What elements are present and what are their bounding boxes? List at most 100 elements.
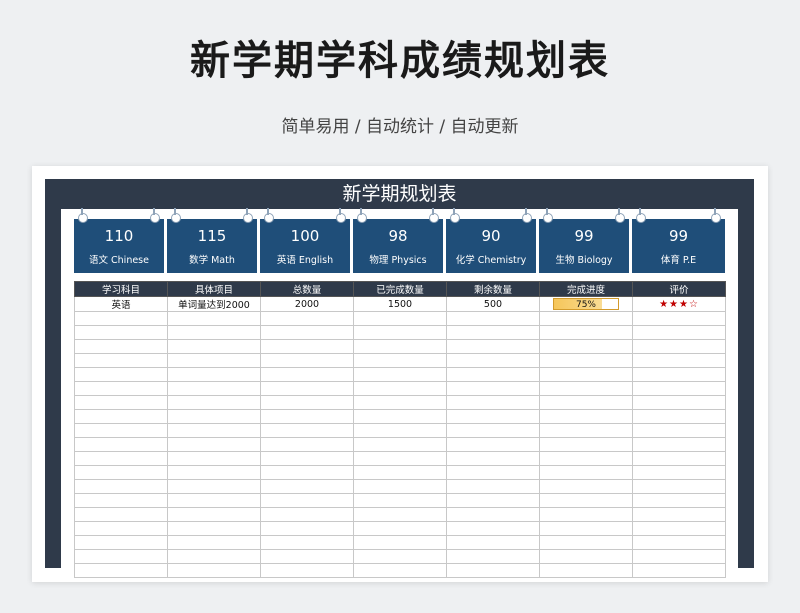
empty-cell[interactable] bbox=[74, 339, 168, 354]
empty-cell[interactable] bbox=[632, 465, 726, 480]
empty-cell[interactable] bbox=[260, 395, 354, 410]
empty-cell[interactable] bbox=[632, 409, 726, 424]
empty-cell[interactable] bbox=[446, 549, 540, 564]
empty-cell[interactable] bbox=[353, 423, 447, 438]
empty-cell[interactable] bbox=[353, 451, 447, 466]
empty-cell[interactable] bbox=[632, 451, 726, 466]
empty-cell[interactable] bbox=[74, 465, 168, 480]
empty-cell[interactable] bbox=[74, 395, 168, 410]
empty-cell[interactable] bbox=[446, 423, 540, 438]
empty-cell[interactable] bbox=[167, 325, 261, 340]
empty-cell[interactable] bbox=[632, 437, 726, 452]
empty-cell[interactable] bbox=[74, 409, 168, 424]
empty-cell[interactable] bbox=[353, 465, 447, 480]
empty-cell[interactable] bbox=[632, 353, 726, 368]
empty-cell[interactable] bbox=[539, 395, 633, 410]
empty-cell[interactable] bbox=[446, 381, 540, 396]
empty-cell[interactable] bbox=[353, 507, 447, 522]
empty-cell[interactable] bbox=[632, 493, 726, 508]
empty-cell[interactable] bbox=[446, 563, 540, 578]
empty-cell[interactable] bbox=[74, 479, 168, 494]
empty-cell[interactable] bbox=[74, 311, 168, 326]
score-card-chemistry[interactable]: 90 化学 Chemistry bbox=[446, 208, 536, 273]
empty-cell[interactable] bbox=[260, 339, 354, 354]
score-card-chinese[interactable]: 110 语文 Chinese bbox=[74, 208, 164, 273]
score-card-pe[interactable]: 99 体育 P.E bbox=[632, 208, 725, 273]
score-card-biology[interactable]: 99 生物 Biology bbox=[539, 208, 629, 273]
empty-cell[interactable] bbox=[353, 535, 447, 550]
empty-cell[interactable] bbox=[446, 367, 540, 382]
empty-cell[interactable] bbox=[446, 325, 540, 340]
empty-cell[interactable] bbox=[353, 549, 447, 564]
empty-cell[interactable] bbox=[74, 563, 168, 578]
empty-cell[interactable] bbox=[353, 381, 447, 396]
empty-cell[interactable] bbox=[446, 479, 540, 494]
empty-cell[interactable] bbox=[74, 521, 168, 536]
empty-cell[interactable] bbox=[167, 339, 261, 354]
empty-cell[interactable] bbox=[539, 521, 633, 536]
empty-cell[interactable] bbox=[632, 325, 726, 340]
empty-cell[interactable] bbox=[167, 521, 261, 536]
empty-cell[interactable] bbox=[74, 367, 168, 382]
empty-cell[interactable] bbox=[446, 451, 540, 466]
empty-cell[interactable] bbox=[446, 311, 540, 326]
empty-cell[interactable] bbox=[260, 353, 354, 368]
empty-cell[interactable] bbox=[539, 423, 633, 438]
empty-cell[interactable] bbox=[260, 549, 354, 564]
empty-cell[interactable] bbox=[632, 507, 726, 522]
column-header-item[interactable]: 具体项目 bbox=[167, 281, 261, 297]
empty-cell[interactable] bbox=[539, 493, 633, 508]
empty-cell[interactable] bbox=[74, 381, 168, 396]
cell-subject[interactable]: 英语 bbox=[74, 296, 168, 312]
cell-rating[interactable]: ★★★☆ bbox=[632, 296, 726, 312]
empty-cell[interactable] bbox=[539, 479, 633, 494]
empty-cell[interactable] bbox=[167, 367, 261, 382]
empty-cell[interactable] bbox=[167, 549, 261, 564]
empty-cell[interactable] bbox=[446, 409, 540, 424]
empty-cell[interactable] bbox=[353, 563, 447, 578]
empty-cell[interactable] bbox=[167, 451, 261, 466]
empty-cell[interactable] bbox=[260, 311, 354, 326]
empty-cell[interactable] bbox=[353, 437, 447, 452]
empty-cell[interactable] bbox=[167, 563, 261, 578]
empty-cell[interactable] bbox=[74, 549, 168, 564]
empty-cell[interactable] bbox=[632, 535, 726, 550]
empty-cell[interactable] bbox=[539, 339, 633, 354]
empty-cell[interactable] bbox=[260, 423, 354, 438]
empty-cell[interactable] bbox=[167, 353, 261, 368]
column-header-subject[interactable]: 学习科目 bbox=[74, 281, 168, 297]
empty-cell[interactable] bbox=[446, 353, 540, 368]
empty-cell[interactable] bbox=[260, 367, 354, 382]
empty-cell[interactable] bbox=[167, 395, 261, 410]
empty-cell[interactable] bbox=[353, 339, 447, 354]
empty-cell[interactable] bbox=[167, 479, 261, 494]
empty-cell[interactable] bbox=[353, 395, 447, 410]
empty-cell[interactable] bbox=[74, 437, 168, 452]
empty-cell[interactable] bbox=[167, 311, 261, 326]
score-card-math[interactable]: 115 数学 Math bbox=[167, 208, 257, 273]
empty-cell[interactable] bbox=[353, 521, 447, 536]
empty-cell[interactable] bbox=[260, 381, 354, 396]
empty-cell[interactable] bbox=[167, 465, 261, 480]
empty-cell[interactable] bbox=[353, 367, 447, 382]
empty-cell[interactable] bbox=[353, 325, 447, 340]
cell-item[interactable]: 单词量达到2000 bbox=[167, 296, 261, 312]
empty-cell[interactable] bbox=[74, 451, 168, 466]
empty-cell[interactable] bbox=[353, 493, 447, 508]
empty-cell[interactable] bbox=[260, 465, 354, 480]
empty-cell[interactable] bbox=[446, 521, 540, 536]
empty-cell[interactable] bbox=[260, 325, 354, 340]
empty-cell[interactable] bbox=[446, 507, 540, 522]
empty-cell[interactable] bbox=[539, 325, 633, 340]
empty-cell[interactable] bbox=[632, 311, 726, 326]
empty-cell[interactable] bbox=[353, 409, 447, 424]
empty-cell[interactable] bbox=[632, 367, 726, 382]
empty-cell[interactable] bbox=[446, 395, 540, 410]
cell-progress[interactable]: 75% bbox=[539, 296, 633, 312]
empty-cell[interactable] bbox=[539, 381, 633, 396]
empty-cell[interactable] bbox=[539, 563, 633, 578]
empty-cell[interactable] bbox=[632, 479, 726, 494]
empty-cell[interactable] bbox=[539, 465, 633, 480]
empty-cell[interactable] bbox=[632, 423, 726, 438]
empty-cell[interactable] bbox=[167, 423, 261, 438]
